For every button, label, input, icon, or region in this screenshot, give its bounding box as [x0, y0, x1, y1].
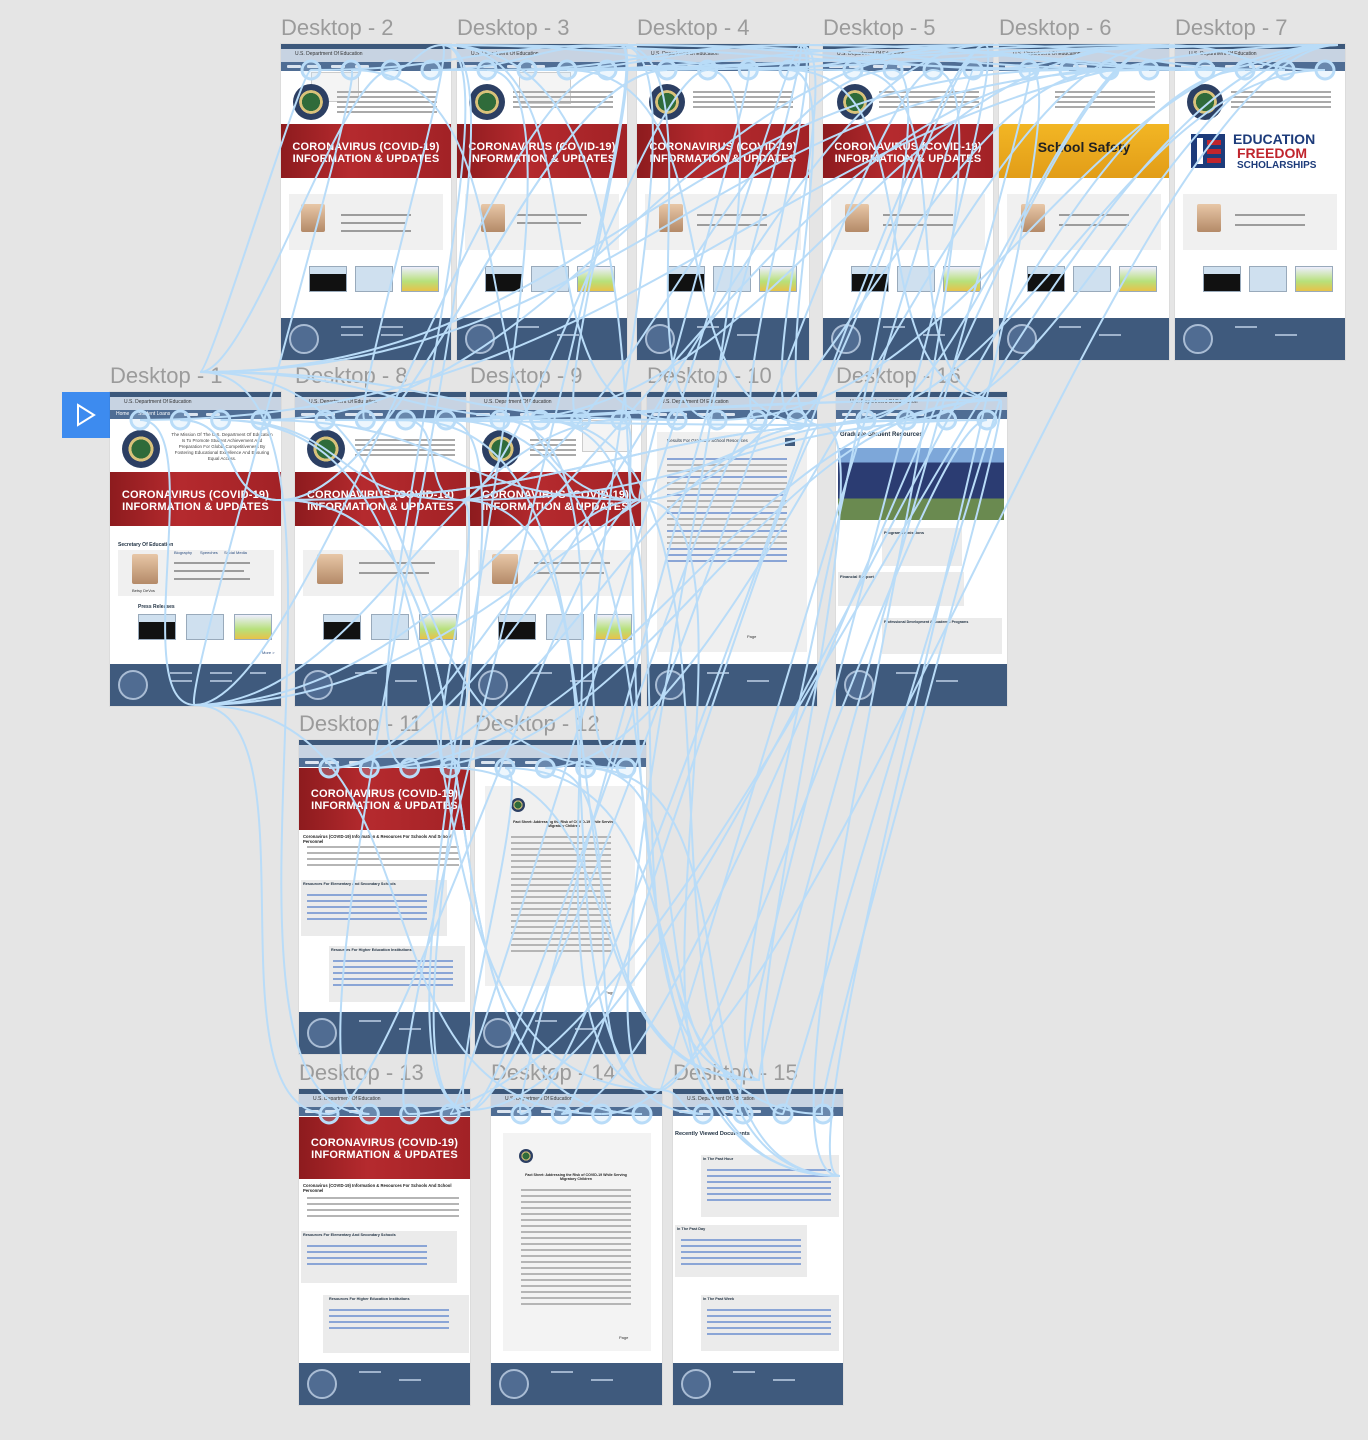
- hotspot-node[interactable]: [210, 409, 232, 431]
- hotspot-node[interactable]: [556, 59, 578, 81]
- hotspot-node[interactable]: [631, 1103, 653, 1125]
- prototype-wire: [139, 419, 196, 706]
- hotspot-node[interactable]: [1234, 59, 1256, 81]
- hotspot-node[interactable]: [250, 409, 272, 431]
- hotspot-node[interactable]: [922, 59, 944, 81]
- prototype-wire: [194, 704, 330, 1115]
- hotspot-node[interactable]: [399, 757, 421, 779]
- hotspot-node[interactable]: [380, 59, 402, 81]
- prototype-wire: [362, 44, 445, 421]
- prototype-wire: [449, 44, 801, 1115]
- hotspot-node[interactable]: [737, 59, 759, 81]
- hotspot-node[interactable]: [575, 757, 597, 779]
- hotspot-node[interactable]: [1058, 59, 1080, 81]
- hotspot-node[interactable]: [882, 59, 904, 81]
- prototype-wire: [738, 44, 990, 1115]
- hotspot-node[interactable]: [692, 1103, 714, 1125]
- hotspot-node[interactable]: [706, 409, 728, 431]
- hotspot-node[interactable]: [746, 409, 768, 431]
- prototype-wire: [619, 44, 718, 421]
- prototype-wire: [199, 69, 392, 373]
- hotspot-node[interactable]: [615, 757, 637, 779]
- hotspot-node[interactable]: [300, 59, 322, 81]
- hotspot-node[interactable]: [895, 409, 917, 431]
- hotspot-node[interactable]: [516, 59, 538, 81]
- hotspot-node[interactable]: [439, 757, 461, 779]
- prototype-wire: [192, 69, 354, 706]
- hotspot-node[interactable]: [489, 409, 511, 431]
- hotspot-node[interactable]: [358, 757, 380, 779]
- hotspot-node[interactable]: [1274, 59, 1296, 81]
- hotspot-node[interactable]: [169, 409, 191, 431]
- hotspot-node[interactable]: [529, 409, 551, 431]
- hotspot-node[interactable]: [786, 409, 808, 431]
- prototype-wire: [572, 44, 629, 421]
- hotspot-node[interactable]: [812, 1103, 834, 1125]
- hotspot-node[interactable]: [778, 59, 800, 81]
- hotspot-node[interactable]: [395, 409, 417, 431]
- hotspot-node[interactable]: [656, 59, 678, 81]
- prototype-wire: [199, 69, 1150, 373]
- prototype-wire: [743, 69, 910, 1081]
- hotspot-node[interactable]: [399, 1103, 421, 1125]
- hotspot-node[interactable]: [697, 59, 719, 81]
- hotspot-node[interactable]: [1138, 59, 1160, 81]
- prototype-wire: [812, 69, 961, 1177]
- hotspot-node[interactable]: [855, 409, 877, 431]
- hotspot-node[interactable]: [510, 1103, 532, 1125]
- hotspot-node[interactable]: [534, 757, 556, 779]
- prototype-wire: [328, 499, 641, 769]
- hotspot-node[interactable]: [420, 59, 442, 81]
- hotspot-node[interactable]: [340, 59, 362, 81]
- hotspot-node[interactable]: [314, 409, 336, 431]
- hotspot-node[interactable]: [318, 1103, 340, 1125]
- hotspot-node[interactable]: [962, 59, 984, 81]
- prototype-wire: [199, 371, 370, 1115]
- hotspot-node[interactable]: [1098, 59, 1120, 81]
- hotspot-node[interactable]: [772, 1103, 794, 1125]
- hotspot-node[interactable]: [354, 409, 376, 431]
- hotspot-node[interactable]: [318, 757, 340, 779]
- prototype-wire: [199, 69, 312, 373]
- hotspot-node[interactable]: [570, 409, 592, 431]
- prototype-wire: [441, 44, 824, 1115]
- hotspot-node[interactable]: [976, 409, 998, 431]
- prototype-wire: [499, 419, 661, 1091]
- hotspot-node[interactable]: [842, 59, 864, 81]
- prototype-wire: [865, 44, 1161, 421]
- hotspot-node[interactable]: [439, 1103, 461, 1125]
- hotspot-node[interactable]: [596, 59, 618, 81]
- hotspot-node[interactable]: [732, 1103, 754, 1125]
- hotspot-node[interactable]: [1018, 59, 1040, 81]
- prototype-wire: [180, 419, 281, 501]
- hotspot-node[interactable]: [435, 409, 457, 431]
- hotspot-node[interactable]: [358, 1103, 380, 1125]
- hotspot-node[interactable]: [610, 409, 632, 431]
- hotspot-node[interactable]: [1194, 59, 1216, 81]
- hotspot-node[interactable]: [129, 409, 151, 431]
- prototype-wire: [601, 44, 1339, 1115]
- prototype-connections: [129, 44, 1339, 1177]
- hotspot-node[interactable]: [550, 1103, 572, 1125]
- hotspot-node[interactable]: [591, 1103, 613, 1125]
- hotspot-node[interactable]: [476, 59, 498, 81]
- hotspot-node[interactable]: [666, 409, 688, 431]
- hotspot-node[interactable]: [1314, 59, 1336, 81]
- prototype-wire: [828, 69, 1041, 1177]
- hotspot-node[interactable]: [494, 757, 516, 779]
- hotspot-node[interactable]: [936, 409, 958, 431]
